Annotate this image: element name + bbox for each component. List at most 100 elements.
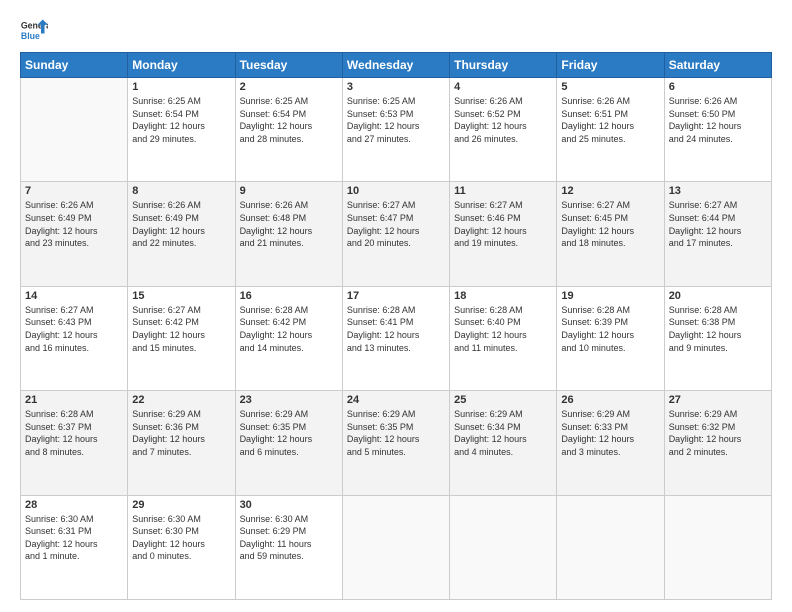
day-info: Sunrise: 6:28 AM Sunset: 6:42 PM Dayligh… xyxy=(240,304,338,354)
weekday-header-thursday: Thursday xyxy=(450,53,557,78)
day-info: Sunrise: 6:30 AM Sunset: 6:29 PM Dayligh… xyxy=(240,513,338,563)
calendar-cell: 15 Sunrise: 6:27 AM Sunset: 6:42 PM Dayli… xyxy=(128,286,235,390)
day-number: 13 xyxy=(669,185,767,197)
weekday-header-sunday: Sunday xyxy=(21,53,128,78)
weekday-header-monday: Monday xyxy=(128,53,235,78)
calendar-cell: 1 Sunrise: 6:25 AM Sunset: 6:54 PM Daylig… xyxy=(128,78,235,182)
calendar-cell: 7 Sunrise: 6:26 AM Sunset: 6:49 PM Daylig… xyxy=(21,182,128,286)
day-info: Sunrise: 6:29 AM Sunset: 6:36 PM Dayligh… xyxy=(132,408,230,458)
calendar-cell: 16 Sunrise: 6:28 AM Sunset: 6:42 PM Dayli… xyxy=(235,286,342,390)
weekday-header-row: SundayMondayTuesdayWednesdayThursdayFrid… xyxy=(21,53,772,78)
logo-icon: General Blue xyxy=(20,16,48,44)
calendar-cell xyxy=(450,495,557,599)
day-info: Sunrise: 6:26 AM Sunset: 6:51 PM Dayligh… xyxy=(561,95,659,145)
day-number: 4 xyxy=(454,81,552,93)
day-number: 1 xyxy=(132,81,230,93)
day-info: Sunrise: 6:30 AM Sunset: 6:30 PM Dayligh… xyxy=(132,513,230,563)
day-number: 9 xyxy=(240,185,338,197)
day-number: 25 xyxy=(454,394,552,406)
day-info: Sunrise: 6:29 AM Sunset: 6:35 PM Dayligh… xyxy=(347,408,445,458)
svg-text:Blue: Blue xyxy=(21,31,40,41)
day-info: Sunrise: 6:26 AM Sunset: 6:50 PM Dayligh… xyxy=(669,95,767,145)
day-number: 16 xyxy=(240,290,338,302)
day-number: 29 xyxy=(132,499,230,511)
calendar-cell: 3Sunrise: 6:25 AM Sunset: 6:53 PM Daylig… xyxy=(342,78,449,182)
day-info: Sunrise: 6:29 AM Sunset: 6:32 PM Dayligh… xyxy=(669,408,767,458)
day-info: Sunrise: 6:29 AM Sunset: 6:34 PM Dayligh… xyxy=(454,408,552,458)
day-info: Sunrise: 6:29 AM Sunset: 6:35 PM Dayligh… xyxy=(240,408,338,458)
calendar-cell: 20 Sunrise: 6:28 AM Sunset: 6:38 PM Dayli… xyxy=(664,286,771,390)
calendar-cell: 6 Sunrise: 6:26 AM Sunset: 6:50 PM Daylig… xyxy=(664,78,771,182)
day-info: Sunrise: 6:25 AM Sunset: 6:54 PM Dayligh… xyxy=(132,95,230,145)
calendar-cell: 9Sunrise: 6:26 AM Sunset: 6:48 PM Daylig… xyxy=(235,182,342,286)
day-info: Sunrise: 6:28 AM Sunset: 6:41 PM Dayligh… xyxy=(347,304,445,354)
calendar-cell xyxy=(21,78,128,182)
calendar-cell: 10 Sunrise: 6:27 AM Sunset: 6:47 PM Dayli… xyxy=(342,182,449,286)
calendar-cell: 11Sunrise: 6:27 AM Sunset: 6:46 PM Dayli… xyxy=(450,182,557,286)
page-header: General Blue xyxy=(20,16,772,44)
day-number: 12 xyxy=(561,185,659,197)
day-info: Sunrise: 6:28 AM Sunset: 6:37 PM Dayligh… xyxy=(25,408,123,458)
day-number: 24 xyxy=(347,394,445,406)
day-info: Sunrise: 6:28 AM Sunset: 6:39 PM Dayligh… xyxy=(561,304,659,354)
day-number: 27 xyxy=(669,394,767,406)
calendar-cell: 17 Sunrise: 6:28 AM Sunset: 6:41 PM Dayli… xyxy=(342,286,449,390)
calendar-cell: 19Sunrise: 6:28 AM Sunset: 6:39 PM Dayli… xyxy=(557,286,664,390)
week-row-1: 1 Sunrise: 6:25 AM Sunset: 6:54 PM Daylig… xyxy=(21,78,772,182)
day-number: 28 xyxy=(25,499,123,511)
day-number: 18 xyxy=(454,290,552,302)
day-number: 8 xyxy=(132,185,230,197)
day-info: Sunrise: 6:28 AM Sunset: 6:38 PM Dayligh… xyxy=(669,304,767,354)
day-info: Sunrise: 6:27 AM Sunset: 6:43 PM Dayligh… xyxy=(25,304,123,354)
calendar-cell: 13 Sunrise: 6:27 AM Sunset: 6:44 PM Dayli… xyxy=(664,182,771,286)
day-number: 23 xyxy=(240,394,338,406)
day-info: Sunrise: 6:27 AM Sunset: 6:47 PM Dayligh… xyxy=(347,199,445,249)
day-info: Sunrise: 6:27 AM Sunset: 6:42 PM Dayligh… xyxy=(132,304,230,354)
day-info: Sunrise: 6:27 AM Sunset: 6:46 PM Dayligh… xyxy=(454,199,552,249)
calendar-cell: 26Sunrise: 6:29 AM Sunset: 6:33 PM Dayli… xyxy=(557,391,664,495)
day-number: 6 xyxy=(669,81,767,93)
day-number: 7 xyxy=(25,185,123,197)
day-number: 17 xyxy=(347,290,445,302)
day-info: Sunrise: 6:26 AM Sunset: 6:49 PM Dayligh… xyxy=(25,199,123,249)
week-row-2: 7 Sunrise: 6:26 AM Sunset: 6:49 PM Daylig… xyxy=(21,182,772,286)
calendar-cell: 4 Sunrise: 6:26 AM Sunset: 6:52 PM Daylig… xyxy=(450,78,557,182)
calendar-cell: 29 Sunrise: 6:30 AM Sunset: 6:30 PM Dayli… xyxy=(128,495,235,599)
day-number: 14 xyxy=(25,290,123,302)
day-info: Sunrise: 6:28 AM Sunset: 6:40 PM Dayligh… xyxy=(454,304,552,354)
week-row-3: 14 Sunrise: 6:27 AM Sunset: 6:43 PM Dayli… xyxy=(21,286,772,390)
day-number: 10 xyxy=(347,185,445,197)
weekday-header-tuesday: Tuesday xyxy=(235,53,342,78)
day-number: 21 xyxy=(25,394,123,406)
day-number: 2 xyxy=(240,81,338,93)
calendar-cell: 27 Sunrise: 6:29 AM Sunset: 6:32 PM Dayli… xyxy=(664,391,771,495)
day-number: 26 xyxy=(561,394,659,406)
weekday-header-wednesday: Wednesday xyxy=(342,53,449,78)
day-info: Sunrise: 6:27 AM Sunset: 6:44 PM Dayligh… xyxy=(669,199,767,249)
calendar-cell: 18 Sunrise: 6:28 AM Sunset: 6:40 PM Dayli… xyxy=(450,286,557,390)
day-info: Sunrise: 6:25 AM Sunset: 6:54 PM Dayligh… xyxy=(240,95,338,145)
calendar-cell xyxy=(664,495,771,599)
calendar-cell: 5Sunrise: 6:26 AM Sunset: 6:51 PM Daylig… xyxy=(557,78,664,182)
day-number: 15 xyxy=(132,290,230,302)
day-number: 20 xyxy=(669,290,767,302)
week-row-5: 28Sunrise: 6:30 AM Sunset: 6:31 PM Dayli… xyxy=(21,495,772,599)
day-info: Sunrise: 6:26 AM Sunset: 6:52 PM Dayligh… xyxy=(454,95,552,145)
logo: General Blue xyxy=(20,16,48,44)
calendar-cell xyxy=(342,495,449,599)
day-info: Sunrise: 6:26 AM Sunset: 6:49 PM Dayligh… xyxy=(132,199,230,249)
calendar-cell: 30Sunrise: 6:30 AM Sunset: 6:29 PM Dayli… xyxy=(235,495,342,599)
calendar-cell: 21 Sunrise: 6:28 AM Sunset: 6:37 PM Dayli… xyxy=(21,391,128,495)
week-row-4: 21 Sunrise: 6:28 AM Sunset: 6:37 PM Dayli… xyxy=(21,391,772,495)
calendar-cell: 2 Sunrise: 6:25 AM Sunset: 6:54 PM Daylig… xyxy=(235,78,342,182)
day-info: Sunrise: 6:27 AM Sunset: 6:45 PM Dayligh… xyxy=(561,199,659,249)
calendar-cell: 22 Sunrise: 6:29 AM Sunset: 6:36 PM Dayli… xyxy=(128,391,235,495)
weekday-header-friday: Friday xyxy=(557,53,664,78)
calendar-cell: 12 Sunrise: 6:27 AM Sunset: 6:45 PM Dayli… xyxy=(557,182,664,286)
day-info: Sunrise: 6:25 AM Sunset: 6:53 PM Dayligh… xyxy=(347,95,445,145)
calendar-cell xyxy=(557,495,664,599)
calendar-cell: 28Sunrise: 6:30 AM Sunset: 6:31 PM Dayli… xyxy=(21,495,128,599)
calendar-cell: 14 Sunrise: 6:27 AM Sunset: 6:43 PM Dayli… xyxy=(21,286,128,390)
day-number: 22 xyxy=(132,394,230,406)
calendar-cell: 24 Sunrise: 6:29 AM Sunset: 6:35 PM Dayli… xyxy=(342,391,449,495)
